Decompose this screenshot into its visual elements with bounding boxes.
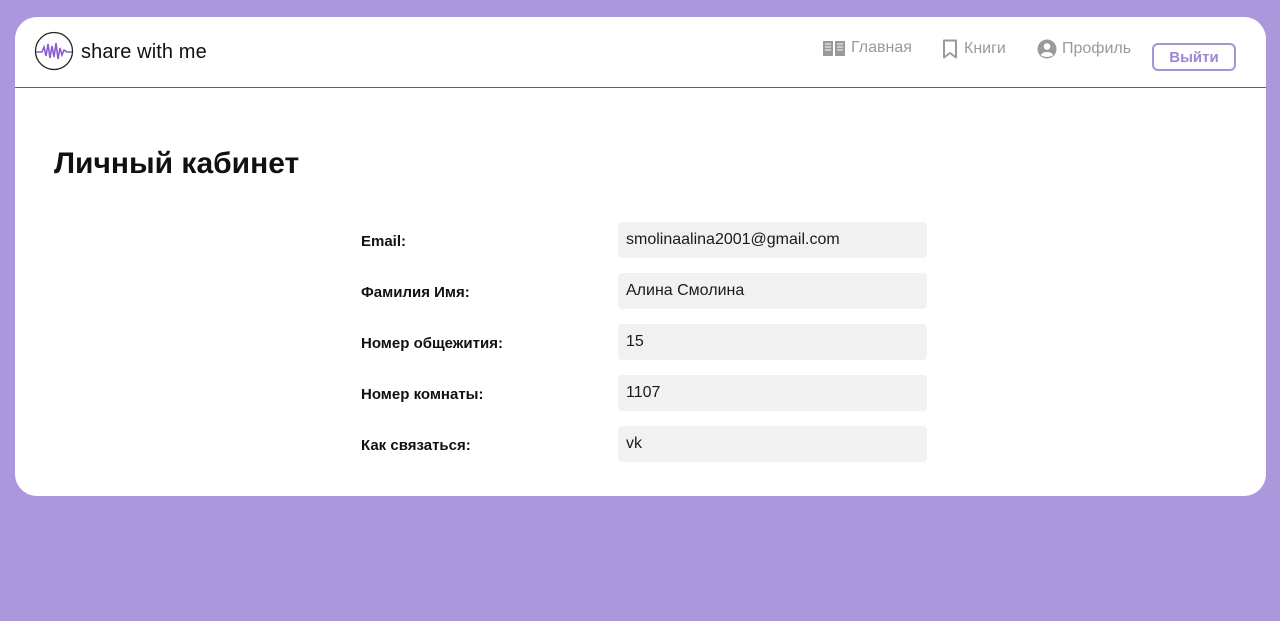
- user-circle-icon: [1037, 39, 1057, 59]
- main-card: share with me Главная Книги Профиль Выйт…: [15, 17, 1266, 496]
- room-label: Номер комнаты:: [361, 386, 484, 403]
- name-row: Фамилия Имя: Алина Смолина: [361, 273, 927, 309]
- nav-books-label: Книги: [964, 40, 1006, 57]
- dorm-field[interactable]: 15: [618, 324, 927, 360]
- room-field[interactable]: 1107: [618, 375, 927, 411]
- brand-name[interactable]: share with me: [81, 41, 207, 64]
- contact-row: Как связаться: vk: [361, 426, 927, 462]
- nav-home-label: Главная: [851, 39, 912, 56]
- dorm-row: Номер общежития: 15: [361, 324, 927, 360]
- email-row: Email: smolinaalina2001@gmail.com: [361, 222, 927, 258]
- email-label: Email:: [361, 233, 407, 250]
- name-field[interactable]: Алина Смолина: [618, 273, 927, 309]
- nav-home[interactable]: Главная: [822, 39, 912, 57]
- room-row: Номер комнаты: 1107: [361, 375, 927, 411]
- nav-profile-label: Профиль: [1062, 40, 1132, 57]
- sound-wave-logo-icon[interactable]: [34, 31, 74, 71]
- nav-profile[interactable]: Профиль: [1037, 39, 1131, 59]
- contact-label: Как связаться:: [361, 437, 471, 454]
- dorm-label: Номер общежития:: [361, 335, 503, 352]
- logout-button[interactable]: Выйти: [1152, 43, 1236, 71]
- name-label: Фамилия Имя:: [361, 284, 470, 301]
- bookmark-icon: [943, 39, 957, 59]
- nav-books[interactable]: Книги: [941, 39, 1006, 59]
- email-field[interactable]: smolinaalina2001@gmail.com: [618, 222, 927, 258]
- header: share with me Главная Книги Профиль Выйт…: [15, 17, 1266, 88]
- contact-field[interactable]: vk: [618, 426, 927, 462]
- open-book-icon: [823, 41, 845, 56]
- page-title: Личный кабинет: [54, 147, 300, 180]
